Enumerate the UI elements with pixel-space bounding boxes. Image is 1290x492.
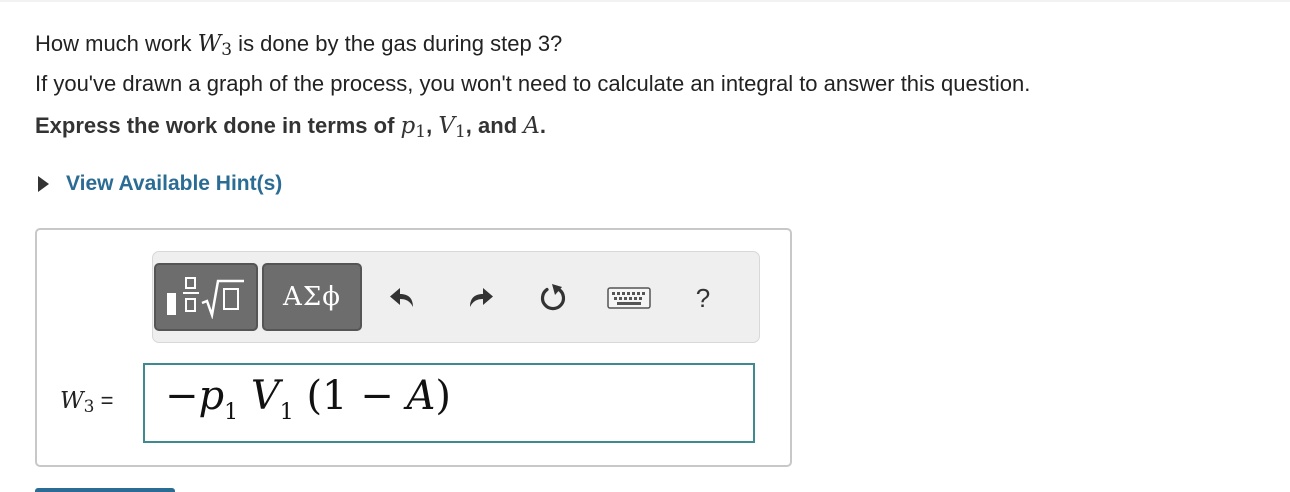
question-prefix: How much work — [35, 31, 198, 56]
question-suffix: is done by the gas during step 3? — [232, 31, 563, 56]
undo-icon — [390, 288, 413, 307]
help-button[interactable]: ? — [683, 278, 723, 318]
separator: , — [426, 113, 439, 138]
greek-symbols-button[interactable]: ΑΣϕ — [262, 263, 362, 331]
answer-label-equals: = — [94, 388, 114, 413]
answer-volume: V — [250, 373, 280, 419]
top-divider — [0, 0, 1290, 2]
view-hints-link[interactable]: View Available Hint(s) — [38, 172, 282, 196]
answer-a: A — [406, 373, 436, 419]
a-variable: A — [523, 113, 540, 139]
answer-label-variable: W — [60, 388, 84, 414]
answer-pressure: p — [198, 373, 225, 419]
math-toolbar: ΑΣϕ ? — [152, 251, 760, 343]
work-subscript: 3 — [221, 40, 233, 60]
answer-pressure-subscript: 1 — [224, 400, 239, 425]
submit-button-edge[interactable] — [35, 488, 175, 492]
answer-input[interactable]: −p1 V1 (1 − A) — [143, 363, 755, 443]
separator-and: , and — [465, 113, 524, 138]
answer-label-subscript: 3 — [83, 397, 95, 417]
volume-variable: V — [438, 113, 455, 139]
view-hints-label: View Available Hint(s) — [66, 172, 283, 195]
templates-button[interactable] — [154, 263, 258, 331]
question-text: How much work W3 is done by the gas duri… — [35, 27, 1030, 100]
greek-symbols-label: ΑΣϕ — [283, 282, 341, 312]
pressure-variable: p — [400, 113, 416, 139]
undo-button[interactable] — [383, 278, 423, 318]
answer-label: W3 = — [60, 388, 113, 417]
redo-button[interactable] — [460, 278, 500, 318]
question-line-1: How much work W3 is done by the gas duri… — [35, 27, 1030, 67]
question-line-2: If you've drawn a graph of the process, … — [35, 71, 1031, 96]
reset-button[interactable] — [533, 278, 573, 318]
pressure-subscript: 1 — [415, 122, 427, 142]
instruction-text: Express the work done in terms of p1, V1… — [35, 109, 546, 149]
help-label: ? — [695, 282, 711, 313]
reset-icon — [540, 284, 566, 311]
minus-sign: − — [165, 373, 199, 419]
caret-right-icon — [38, 176, 49, 192]
close-paren: ) — [435, 373, 451, 419]
answer-volume-subscript: 1 — [279, 400, 294, 425]
period: . — [539, 113, 546, 138]
redo-icon — [470, 288, 493, 307]
instruction-prefix: Express the work done in terms of — [35, 113, 401, 138]
fraction-sqrt-icon — [167, 277, 244, 319]
open-paren-term: (1 − — [306, 373, 407, 419]
keyboard-button[interactable] — [606, 278, 652, 318]
answer-expression: −p1 V1 (1 − A) — [165, 373, 451, 425]
volume-subscript: 1 — [454, 122, 466, 142]
keyboard-icon — [607, 287, 651, 309]
work-variable: W — [197, 31, 222, 57]
